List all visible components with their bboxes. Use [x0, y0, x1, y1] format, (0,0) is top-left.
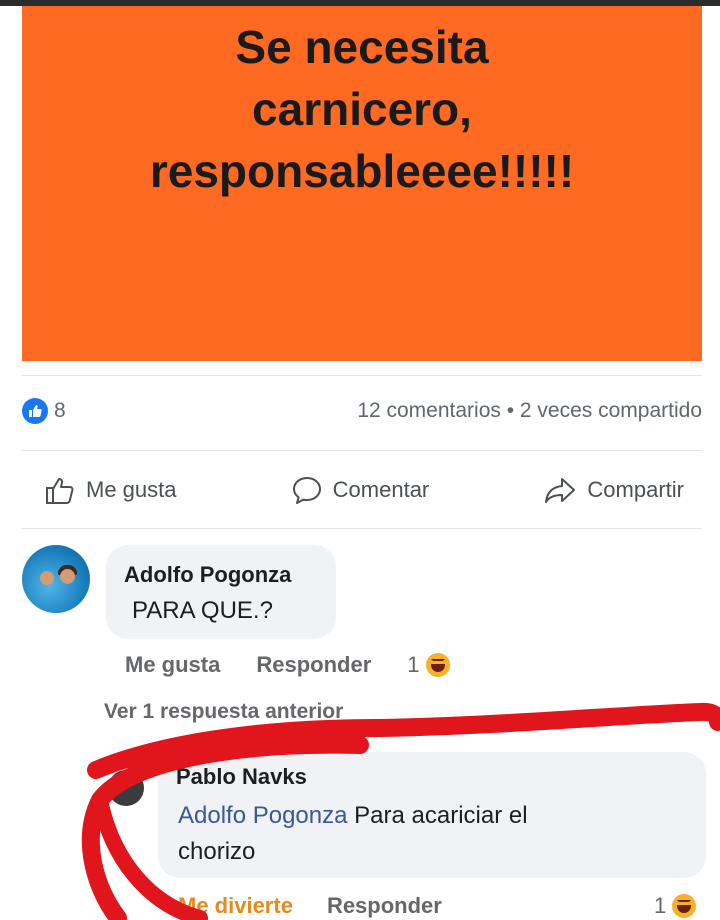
post-stats: 8 12 comentarios • 2 veces compartido	[22, 395, 702, 427]
thumbs-up-icon	[46, 478, 74, 504]
post-image[interactable]: Se necesita carnicero, responsableeee!!!…	[22, 6, 702, 361]
share-button[interactable]: Compartir	[543, 475, 684, 505]
haha-emoji-icon	[425, 653, 450, 677]
comments-shares-summary[interactable]: 12 comentarios • 2 veces compartido	[357, 399, 702, 423]
post-image-line: Se necesita	[235, 21, 489, 73]
share-arrow-icon	[545, 478, 576, 503]
reply-reaction-summary[interactable]: 1	[654, 893, 697, 919]
post-image-text: Se necesita carnicero, responsableeee!!!…	[150, 16, 574, 361]
reply-text-line2: chorizo	[178, 838, 256, 865]
comment-like-button[interactable]: Me gusta	[125, 652, 220, 678]
reply-text-line1: Para acariciar el	[354, 802, 528, 829]
view-previous-replies-link[interactable]: Ver 1 respuesta anterior	[104, 700, 343, 724]
reply-actions: Me divierte Responder	[178, 893, 442, 919]
mention-link[interactable]: Adolfo Pogonza	[178, 802, 347, 829]
comment-author[interactable]: Adolfo Pogonza	[124, 562, 291, 588]
reply-reaction-button[interactable]: Me divierte	[178, 893, 293, 919]
post-image-line: carnicero,	[252, 83, 472, 135]
post-image-line: responsableeee!!!!!	[149, 145, 575, 197]
post-actions: Me gusta Comentar Compartir	[22, 465, 702, 515]
comment-actions: Me gusta Responder 1	[125, 652, 450, 678]
reply-reply-button[interactable]: Responder	[327, 893, 442, 919]
like-button-label: Me gusta	[86, 477, 177, 502]
comment-bubble: Adolfo Pogonza PARA QUE.?	[106, 545, 336, 639]
divider	[22, 375, 702, 376]
reply-text: Adolfo Pogonza Para acariciar el	[178, 802, 528, 830]
share-button-label: Compartir	[587, 477, 684, 502]
comment-icon	[292, 477, 321, 504]
divider	[22, 528, 702, 529]
like-badge-icon	[22, 398, 48, 424]
comment-text: PARA QUE.?	[132, 597, 273, 624]
reply-bubble: Pablo Navks Adolfo Pogonza Para acaricia…	[158, 752, 706, 878]
comment-button-label: Comentar	[332, 477, 430, 502]
like-summary[interactable]: 8	[22, 398, 66, 424]
like-count: 8	[54, 399, 66, 422]
reaction-count: 1	[407, 652, 420, 677]
reply-author[interactable]: Pablo Navks	[176, 764, 307, 790]
comment-button[interactable]: Comentar	[291, 475, 430, 505]
avatar[interactable]	[22, 545, 90, 613]
reaction-count: 1	[654, 893, 667, 918]
like-button[interactable]: Me gusta	[44, 475, 177, 505]
divider	[22, 450, 702, 451]
comment-reaction-summary[interactable]: 1	[407, 652, 450, 678]
haha-emoji-icon	[672, 894, 697, 918]
avatar[interactable]	[108, 770, 144, 806]
comment-reply-button[interactable]: Responder	[256, 652, 371, 678]
